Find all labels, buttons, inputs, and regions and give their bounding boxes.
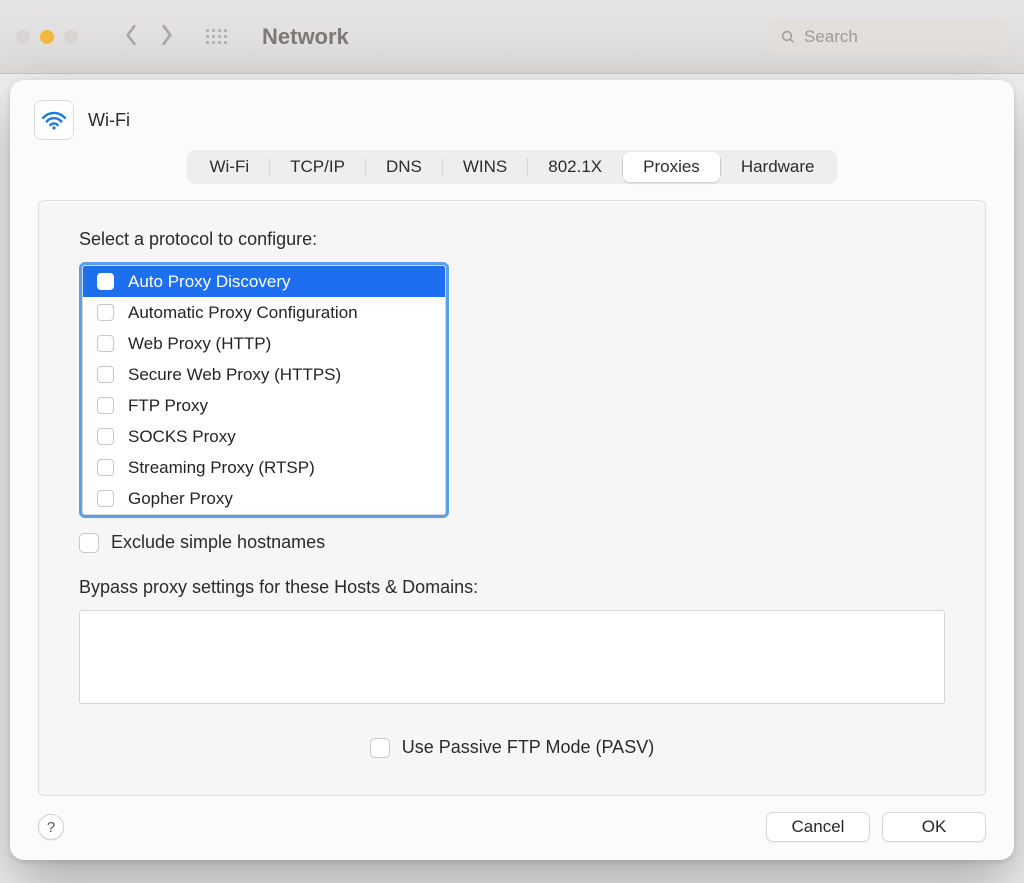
search-icon (780, 28, 796, 46)
checkbox-icon[interactable] (97, 273, 114, 290)
protocol-list[interactable]: Auto Proxy Discovery Automatic Proxy Conf… (79, 262, 449, 518)
tab-proxies[interactable]: Proxies (623, 152, 720, 182)
pasv-label: Use Passive FTP Mode (PASV) (402, 737, 654, 758)
window-zoom-button[interactable] (64, 30, 78, 44)
exclude-label: Exclude simple hostnames (111, 532, 325, 553)
show-all-prefs-button[interactable] (206, 26, 228, 48)
ok-label: OK (922, 817, 947, 837)
protocol-row[interactable]: FTP Proxy (83, 390, 445, 421)
checkbox-icon (79, 533, 99, 553)
tab-dns[interactable]: DNS (366, 152, 442, 182)
back-button[interactable] (124, 24, 138, 50)
checkbox-icon[interactable] (97, 366, 114, 383)
help-icon: ? (47, 819, 55, 836)
connection-name: Wi-Fi (88, 110, 130, 131)
tab-wi-fi[interactable]: Wi-Fi (189, 152, 269, 182)
window-title: Network (262, 24, 349, 50)
cancel-button[interactable]: Cancel (766, 812, 870, 842)
cancel-label: Cancel (792, 817, 845, 837)
chevron-right-icon (160, 24, 174, 46)
forward-button[interactable] (160, 24, 174, 50)
protocol-label: Web Proxy (HTTP) (128, 334, 271, 354)
protocol-label: SOCKS Proxy (128, 427, 236, 447)
passive-ftp-checkbox[interactable]: Use Passive FTP Mode (PASV) (79, 737, 945, 758)
exclude-simple-hostnames-checkbox[interactable]: Exclude simple hostnames (79, 532, 945, 553)
protocol-row[interactable]: Automatic Proxy Configuration (83, 297, 445, 328)
protocol-label: Auto Proxy Discovery (128, 272, 291, 292)
traffic-lights (16, 30, 78, 44)
bypass-label: Bypass proxy settings for these Hosts & … (79, 577, 945, 598)
checkbox-icon[interactable] (97, 428, 114, 445)
network-advanced-sheet: Wi-Fi Wi-FiTCP/IPDNSWINS802.1XProxiesHar… (10, 80, 1014, 860)
checkbox-icon[interactable] (97, 304, 114, 321)
search-field[interactable] (768, 19, 1008, 55)
checkbox-icon[interactable] (97, 335, 114, 352)
protocol-label: Gopher Proxy (128, 489, 233, 509)
protocol-label: Automatic Proxy Configuration (128, 303, 358, 323)
protocol-row[interactable]: Secure Web Proxy (HTTPS) (83, 359, 445, 390)
window-minimize-button[interactable] (40, 30, 54, 44)
search-input[interactable] (804, 27, 996, 47)
tab-tcp-ip[interactable]: TCP/IP (270, 152, 365, 182)
chevron-left-icon (124, 24, 138, 46)
checkbox-icon (370, 738, 390, 758)
protocol-row[interactable]: Web Proxy (HTTP) (83, 328, 445, 359)
protocol-label: Secure Web Proxy (HTTPS) (128, 365, 341, 385)
proxies-panel: Select a protocol to configure: Auto Pro… (38, 200, 986, 796)
tab-hardware[interactable]: Hardware (721, 152, 835, 182)
protocol-heading: Select a protocol to configure: (79, 229, 945, 250)
help-button[interactable]: ? (38, 814, 64, 840)
protocol-row[interactable]: Gopher Proxy (83, 483, 445, 514)
ok-button[interactable]: OK (882, 812, 986, 842)
bypass-hosts-textarea[interactable] (79, 610, 945, 704)
window-titlebar: Network (0, 0, 1024, 74)
protocol-row[interactable]: SOCKS Proxy (83, 421, 445, 452)
tab-bar: Wi-FiTCP/IPDNSWINS802.1XProxiesHardware (187, 150, 836, 184)
checkbox-icon[interactable] (97, 397, 114, 414)
protocol-row[interactable]: Auto Proxy Discovery (83, 266, 445, 297)
checkbox-icon[interactable] (97, 459, 114, 476)
tab-wins[interactable]: WINS (443, 152, 527, 182)
protocol-label: FTP Proxy (128, 396, 208, 416)
window-close-button[interactable] (16, 30, 30, 44)
nav-arrows (124, 24, 174, 50)
wifi-icon (34, 100, 74, 140)
sheet-header: Wi-Fi (10, 100, 1014, 154)
checkbox-icon[interactable] (97, 490, 114, 507)
sheet-footer: ? Cancel OK (10, 796, 1014, 842)
tab-802-1x[interactable]: 802.1X (528, 152, 622, 182)
protocol-row[interactable]: Streaming Proxy (RTSP) (83, 452, 445, 483)
protocol-label: Streaming Proxy (RTSP) (128, 458, 315, 478)
